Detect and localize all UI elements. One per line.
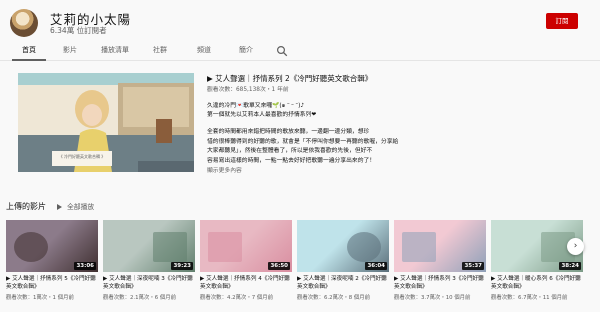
video-thumbnail[interactable]: 36:04 — [297, 220, 389, 272]
subscribe-button[interactable]: 訂閱 — [546, 13, 578, 29]
video-title[interactable]: ▶ 艾人聲選｜抒情系列 4《冷門好聽英文歌合輯》 — [200, 275, 292, 291]
tab-home[interactable]: 首頁 — [12, 42, 46, 61]
thumbnail-art — [14, 232, 48, 262]
video-title[interactable]: ▶ 艾人聲選｜深夜呢喃 2《冷門好聽英文歌合輯》 — [297, 275, 389, 291]
video-meta: 觀看次數：6.2萬次・8 個月前 — [297, 295, 371, 301]
video-thumbnail[interactable]: 35:37 — [394, 220, 486, 272]
chevron-right-icon[interactable]: › — [567, 238, 584, 255]
video-card[interactable]: 38:24 ▶ 艾人聲選｜暖心系列 6《冷門好聽英文歌合輯》觀看次數：6.7萬次・… — [491, 220, 583, 301]
thumbnail-art — [402, 232, 436, 262]
play-icon — [57, 204, 62, 210]
featured-video-info: ▶ 艾人聲選｜抒情系列 2《冷門好聽英文歌合輯》 觀看次數：685,138次・1… — [207, 73, 582, 176]
video-thumbnail[interactable]: 39:23 — [103, 220, 195, 272]
search-icon[interactable] — [276, 45, 288, 57]
video-title[interactable]: ▶ 艾人聲選｜暖心系列 6《冷門好聽英文歌合輯》 — [491, 275, 583, 291]
play-all-button[interactable]: 全部播放 — [57, 201, 94, 211]
tab-playlists[interactable]: 播放清單 — [96, 42, 134, 61]
thumbnail-caption: 《 冷門好聽英文歌合輯 》 — [58, 154, 106, 159]
thumbnail-art — [153, 232, 187, 262]
video-card[interactable]: 39:23 ▶ 艾人聲選｜深夜呢喃 3《冷門好聽英文歌合輯》觀看次數：2.1萬次・… — [103, 220, 195, 301]
video-duration: 36:04 — [365, 262, 387, 270]
video-card[interactable]: 35:37 ▶ 艾人聲選｜抒情系列 3《冷門好聽英文歌合輯》觀看次數：3.7萬次・… — [394, 220, 486, 301]
video-thumbnail[interactable]: 33:06 — [6, 220, 98, 272]
featured-video-description-more: 全套的時間都用來錯把時間的歌放來聽，一邊翻一邊分類，想珍 惜的很棒聽得到的好聽的… — [207, 129, 399, 164]
channel-header: 艾莉的小太陽 6.34萬 位訂閱者 訂閱 — [0, 0, 600, 42]
video-duration: 35:37 — [462, 262, 484, 270]
play-all-label: 全部播放 — [67, 203, 95, 211]
tab-community[interactable]: 社群 — [148, 42, 172, 61]
video-card[interactable]: 33:06 ▶ 艾人聲選｜抒情系列 5《冷門好聽英文歌合輯》觀看次數：1萬次・1 … — [6, 220, 98, 301]
thumbnail-art — [208, 232, 242, 262]
video-duration: 36:50 — [268, 262, 290, 270]
video-duration: 39:23 — [171, 262, 193, 270]
tab-videos[interactable]: 影片 — [58, 42, 82, 61]
channel-tabs: 首頁 影片 播放清單 社群 頻道 簡介 — [0, 42, 600, 61]
featured-video-thumbnail[interactable]: 《 冷門好聽英文歌合輯 》 — [18, 73, 194, 172]
video-title[interactable]: ▶ 艾人聲選｜深夜呢喃 3《冷門好聽英文歌合輯》 — [103, 275, 195, 291]
uploads-shelf-title[interactable]: 上傳的影片 — [6, 201, 46, 212]
video-duration: 33:06 — [74, 262, 96, 270]
video-card[interactable]: 36:04 ▶ 艾人聲選｜深夜呢喃 2《冷門好聽英文歌合輯》觀看次數：6.2萬次・… — [297, 220, 389, 301]
video-title[interactable]: ▶ 艾人聲選｜抒情系列 5《冷門好聽英文歌合輯》 — [6, 275, 98, 291]
featured-video-meta: 觀看次數：685,138次・1 年前 — [207, 87, 289, 93]
video-meta: 觀看次數：4.2萬次・7 個月前 — [200, 295, 274, 301]
tab-about[interactable]: 簡介 — [234, 42, 258, 61]
channel-avatar[interactable] — [10, 9, 38, 37]
subscriber-count: 6.34萬 位訂閱者 — [50, 26, 107, 35]
video-title[interactable]: ▶ 艾人聲選｜抒情系列 3《冷門好聽英文歌合輯》 — [394, 275, 486, 291]
video-duration: 38:24 — [559, 262, 581, 270]
video-meta: 觀看次數：6.7萬次・11 個月前 — [491, 295, 568, 301]
thumbnail-art — [347, 232, 381, 262]
read-more-link[interactable]: 顯示更多內容 — [207, 167, 582, 176]
video-meta: 觀看次數：1萬次・1 個月前 — [6, 295, 74, 301]
featured-video-description: 久違的冷門💌歌單又來囉🌱(๑ ᵔ ᵕ ᵔ)♪ 第一個就先以艾莉本人最喜歡的抒情系… — [207, 103, 317, 118]
featured-video-title[interactable]: ▶ 艾人聲選｜抒情系列 2《冷門好聽英文歌合輯》 — [207, 73, 582, 84]
tab-channels[interactable]: 頻道 — [192, 42, 216, 61]
video-thumbnail[interactable]: 36:50 — [200, 220, 292, 272]
video-meta: 觀看次數：2.1萬次・6 個月前 — [103, 295, 177, 301]
video-card[interactable]: 36:50 ▶ 艾人聲選｜抒情系列 4《冷門好聽英文歌合輯》觀看次數：4.2萬次・… — [200, 220, 292, 301]
video-meta: 觀看次數：3.7萬次・10 個月前 — [394, 295, 471, 301]
